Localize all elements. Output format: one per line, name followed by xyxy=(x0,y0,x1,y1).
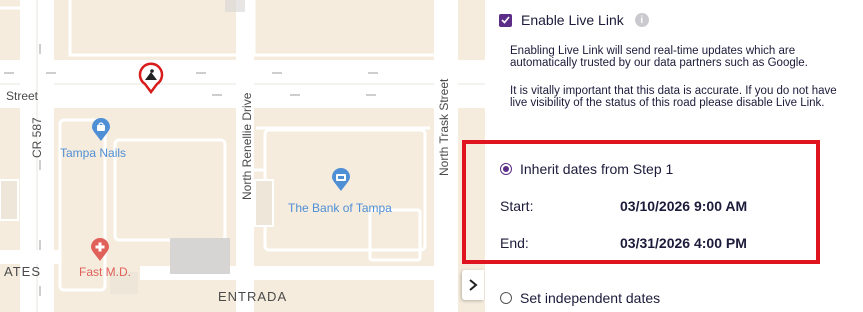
chevron-right-icon xyxy=(469,279,478,291)
enable-live-link-checkbox[interactable] xyxy=(499,13,512,27)
end-date-label: End: xyxy=(500,235,529,251)
start-date-label: Start: xyxy=(500,198,534,214)
road-closure-marker[interactable] xyxy=(137,62,165,94)
poi-label-fast-md: Fast M.D. xyxy=(79,265,132,279)
inherit-dates-option[interactable]: Inherit dates from Step 1 xyxy=(500,161,673,177)
inherit-dates-radio[interactable] xyxy=(500,163,512,175)
enable-live-link-label: Enable Live Link xyxy=(521,12,624,28)
street-label-west: Street xyxy=(6,89,39,103)
medical-icon xyxy=(91,238,109,261)
collapse-panel-button[interactable] xyxy=(462,270,484,300)
live-link-description: Enabling Live Link will send real-time u… xyxy=(510,45,808,69)
street-label-trask: North Trask Street xyxy=(437,78,451,176)
info-icon[interactable]: i xyxy=(634,13,649,27)
street-label-ates: ATES xyxy=(4,264,41,279)
independent-dates-option[interactable]: Set independent dates xyxy=(500,290,660,306)
shopping-bag-icon xyxy=(92,118,110,141)
poi-label-tampa-nails: Tampa Nails xyxy=(60,146,127,160)
enable-live-link-row[interactable]: Enable Live Link i xyxy=(499,12,649,28)
street-label-entrada: ENTRADA xyxy=(218,289,288,304)
inherit-dates-label: Inherit dates from Step 1 xyxy=(520,161,674,177)
street-label-cr587: CR 587 xyxy=(30,117,44,158)
live-link-warning: It is vitally important that this data i… xyxy=(510,85,837,109)
bank-icon xyxy=(332,168,350,191)
street-label-renellie: North Renellie Drive xyxy=(240,92,254,200)
checkmark-icon xyxy=(501,16,510,24)
end-date-value: 03/31/2026 4:00 PM xyxy=(620,235,747,251)
start-date-value: 03/10/2026 9:00 AM xyxy=(620,198,748,214)
independent-dates-radio[interactable] xyxy=(500,292,512,304)
poi-label-bank-of-tampa: The Bank of Tampa xyxy=(288,201,392,215)
map-view[interactable]: Tampa Nails The Bank of Tampa Fast M.D. … xyxy=(0,0,485,312)
independent-dates-label: Set independent dates xyxy=(520,290,661,306)
road-closure-icon xyxy=(138,62,164,94)
live-link-panel: Enable Live Link i Enabling Live Link wi… xyxy=(485,0,863,312)
